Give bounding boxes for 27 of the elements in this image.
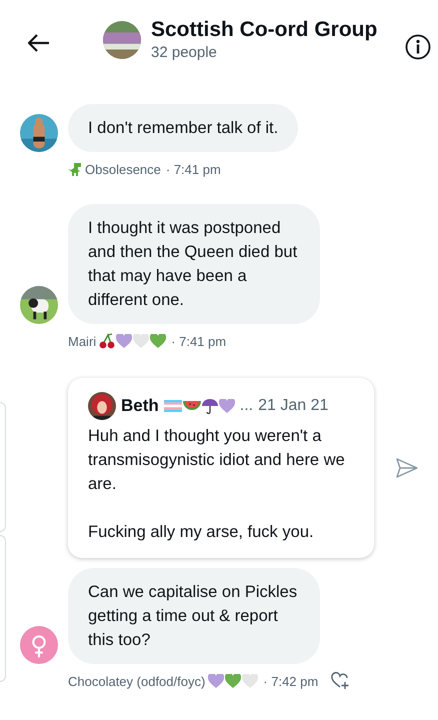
message-time: · 7:41 pm bbox=[166, 162, 221, 176]
ellipsis-text: ... bbox=[240, 397, 254, 415]
umbrella-icon bbox=[202, 398, 218, 414]
info-icon bbox=[405, 34, 431, 60]
message-bubble: I don't remember talk of it. bbox=[68, 104, 298, 152]
post-date: 21 Jan 21 bbox=[258, 397, 328, 415]
group-title: Scottish Co-ord Group bbox=[151, 17, 378, 43]
sender-name: Mairi bbox=[68, 334, 96, 348]
sender-name: Obsolesence bbox=[85, 162, 161, 176]
member-count: 32 people bbox=[151, 43, 218, 63]
message-bubble: Can we capitalise on Pickles getting a time out & report this too? bbox=[68, 568, 320, 664]
back-icon bbox=[28, 34, 50, 52]
message-time: · 7:41 pm bbox=[171, 334, 226, 348]
sender-name: Chocolatey (odfod/foyc) bbox=[68, 674, 206, 688]
cherries-icon bbox=[99, 333, 116, 349]
send-icon bbox=[396, 458, 418, 478]
heart-plus-icon bbox=[331, 672, 350, 690]
post-text: Fucking ally my arse, fuck you. bbox=[88, 522, 315, 543]
message-bubble: I thought it was postponed and then the Queen died but that may have been a different one. bbox=[68, 204, 320, 324]
message-time: · 7:42 pm bbox=[263, 674, 318, 688]
female-symbol-icon bbox=[20, 626, 58, 664]
flag-icon bbox=[164, 400, 182, 412]
dinosaur-icon bbox=[68, 162, 82, 176]
post-text: Huh and I thought you weren't a transmisogynistic idiot and here we are. bbox=[88, 426, 346, 495]
author-name: Beth bbox=[121, 396, 159, 416]
quoted-post-card[interactable]: Beth ... 21 Jan 21 Huh and I thought you weren't a transmisogynistic idiot and here we are. Fucking ally my arse, fuck you. bbox=[68, 378, 374, 558]
watermelon-icon bbox=[182, 400, 201, 412]
